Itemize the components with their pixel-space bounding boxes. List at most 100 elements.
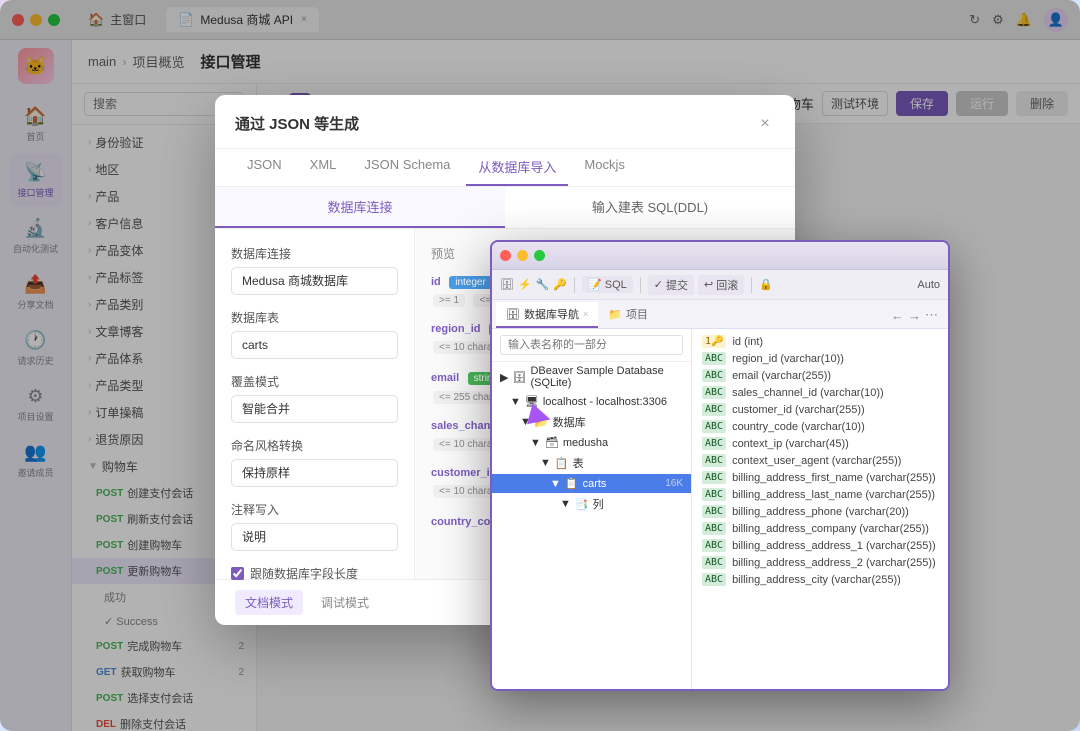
footer-tab-debug[interactable]: 调试模式 [311, 590, 379, 615]
dbeaver-rollback-btn[interactable]: ↩ 回滚 [698, 275, 744, 295]
dbeaver-toolbar-icon3: 🔧 [536, 278, 550, 291]
modal-tab-json-schema[interactable]: JSON Schema [352, 149, 462, 186]
tree-label: localhost - localhost:3306 [543, 396, 667, 408]
col-name: billing_address_address_1 (varchar(255)) [732, 540, 936, 552]
overwrite-label: 覆盖模式 [231, 373, 398, 390]
dbeaver-submit-btn[interactable]: ✓ 提交 [648, 275, 694, 295]
tree-item-sqlite[interactable]: ▶ 🗄 DBeaver Sample Database (SQLite) [492, 362, 691, 392]
sub-tabs: 数据库连接 输入建表 SQL(DDL) [215, 187, 795, 229]
tree-icon: ▼ [550, 478, 561, 490]
sql-icon: 📝 [588, 278, 602, 291]
col-billing-company[interactable]: ABC billing_address_company (varchar(255… [692, 520, 948, 537]
db-table-label: 数据库表 [231, 309, 398, 326]
tree-icon: ▶ [500, 371, 508, 384]
dbeaver-tab-close[interactable]: × [583, 309, 588, 319]
dbeaver-search-input[interactable] [500, 335, 683, 355]
col-email[interactable]: ABC email (varchar(255)) [692, 367, 948, 384]
abc-icon: ABC [702, 437, 726, 450]
modal-tab-xml[interactable]: XML [298, 149, 349, 186]
tree-item-tables[interactable]: ▼ 📋 表 [492, 452, 691, 474]
overwrite-group: 覆盖模式 智能合并 [231, 373, 398, 423]
sub-tab-db-connect[interactable]: 数据库连接 [215, 187, 505, 228]
db-table-group: 数据库表 carts [231, 309, 398, 359]
col-billing-first[interactable]: ABC billing_address_first_name (varchar(… [692, 469, 948, 486]
abc-icon: ABC [702, 471, 726, 484]
col-name: region_id (varchar(10)) [732, 353, 844, 365]
checkbox-label: 跟随数据库字段长度 [250, 565, 358, 582]
modal-tab-mockjs[interactable]: Mockjs [572, 149, 636, 186]
abc-icon: ABC [702, 488, 726, 501]
modal-tab-mockjs-label: Mockjs [584, 157, 624, 172]
table-size: 16K [665, 478, 683, 489]
col-name: billing_address_first_name (varchar(255)… [732, 472, 936, 484]
col-name: context_user_agent (varchar(255)) [732, 455, 901, 467]
col-billing-phone[interactable]: ABC billing_address_phone (varchar(20)) [692, 503, 948, 520]
separator [574, 277, 575, 293]
tree-item-localhost[interactable]: ▼ 🖥 localhost - localhost:3306 [492, 392, 691, 411]
dbeaver-titlebar [492, 242, 948, 270]
col-billing-city[interactable]: ABC billing_address_city (varchar(255)) [692, 571, 948, 588]
field-constraint: >= 1 [433, 294, 465, 307]
submit-icon: ✓ [654, 278, 663, 291]
modal-tab-schema-label: JSON Schema [364, 157, 450, 172]
modal-close-button[interactable]: × [755, 114, 775, 134]
dbeaver-maximize[interactable] [534, 250, 545, 261]
modal-form: 数据库连接 Medusa 商城数据库 数据库表 carts 覆盖模式 [215, 229, 415, 579]
dbeaver-search [492, 329, 691, 362]
pk-icon: 1🔑 [702, 335, 726, 348]
sub-tab-sql[interactable]: 输入建表 SQL(DDL) [505, 187, 795, 228]
col-region-id[interactable]: ABC region_id (varchar(10)) [692, 350, 948, 367]
tree-icon-table: 📋 [555, 457, 569, 470]
col-name: sales_channel_id (varchar(10)) [732, 387, 884, 399]
tree-item-medusha[interactable]: ▼ 🗃 medusha [492, 433, 691, 452]
footer-tab-doc[interactable]: 文档模式 [235, 590, 303, 615]
checkbox-row: 跟随数据库字段长度 [231, 565, 398, 582]
dbeaver-sql-btn[interactable]: 📝 SQL [582, 276, 633, 293]
db-connection-label: 数据库连接 [231, 245, 398, 262]
modal-header: 通过 JSON 等生成 × [215, 95, 795, 149]
modal-tab-db[interactable]: 从数据库导入 [466, 149, 568, 186]
db-table-select[interactable]: carts [231, 331, 398, 359]
naming-group: 命名风格转换 保持原样 [231, 437, 398, 487]
tree-icon: ▼ [530, 437, 541, 449]
dbeaver-tab-project[interactable]: 📁 项目 [598, 302, 658, 328]
dbeaver-ctrl-3[interactable]: ⋯ [925, 307, 938, 323]
col-billing-last[interactable]: ABC billing_address_last_name (varchar(2… [692, 486, 948, 503]
field-type-id: integer [449, 276, 492, 289]
dbeaver-toolbar-icon4: 🔑 [553, 278, 567, 291]
dbeaver-ctrl-1[interactable]: ← [891, 308, 904, 323]
sub-tab-db-label: 数据库连接 [327, 200, 392, 215]
dbeaver-minimize[interactable] [517, 250, 528, 261]
col-sales-channel[interactable]: ABC sales_channel_id (varchar(10)) [692, 384, 948, 401]
dbeaver-nav-label: 数据库导航 [524, 306, 579, 322]
dbeaver-close[interactable] [500, 250, 511, 261]
modal-tab-db-label: 从数据库导入 [478, 160, 556, 175]
col-customer-id[interactable]: ABC customer_id (varchar(255)) [692, 401, 948, 418]
col-country-code[interactable]: ABC country_code (varchar(10)) [692, 418, 948, 435]
overwrite-select[interactable]: 智能合并 [231, 395, 398, 423]
tree-item-database[interactable]: ▼ 📂 数据库 [492, 411, 691, 433]
tree-icon: ▼ [540, 457, 551, 469]
comment-label: 注释写入 [231, 501, 398, 518]
col-billing-addr1[interactable]: ABC billing_address_address_1 (varchar(2… [692, 537, 948, 554]
sub-tab-sql-label: 输入建表 SQL(DDL) [592, 200, 708, 215]
field-name-customer-id: customer_id [431, 467, 496, 479]
col-context-ip[interactable]: ABC context_ip (varchar(45)) [692, 435, 948, 452]
follow-length-checkbox[interactable] [231, 567, 244, 580]
tree-item-columns[interactable]: ▼ 📑 列 [492, 493, 691, 515]
dbeaver-tab-controls: ← → ⋯ [885, 302, 944, 328]
col-context-agent[interactable]: ABC context_user_agent (varchar(255)) [692, 452, 948, 469]
col-name: billing_address_city (varchar(255)) [732, 574, 901, 586]
tree-icon: ▼ [510, 396, 521, 408]
dbeaver-tab-nav[interactable]: 🗄 数据库导航 × [496, 302, 598, 328]
naming-select[interactable]: 保持原样 [231, 459, 398, 487]
dbeaver-ctrl-2[interactable]: → [908, 308, 921, 323]
modal-tab-json[interactable]: JSON [235, 149, 294, 186]
dbeaver-toolbar: 🗄 ⚡ 🔧 🔑 📝 SQL ✓ 提交 ↩ 回滚 [492, 270, 948, 300]
comment-select[interactable]: 说明 [231, 523, 398, 551]
db-connection-select[interactable]: Medusa 商城数据库 [231, 267, 398, 295]
col-id[interactable]: 1🔑 id (int) [692, 333, 948, 350]
col-billing-addr2[interactable]: ABC billing_address_address_2 (varchar(2… [692, 554, 948, 571]
dbeaver-tabs: 🗄 数据库导航 × 📁 项目 ← → ⋯ [492, 300, 948, 329]
tree-item-carts[interactable]: ▼ 📋 carts 16K [492, 474, 691, 493]
